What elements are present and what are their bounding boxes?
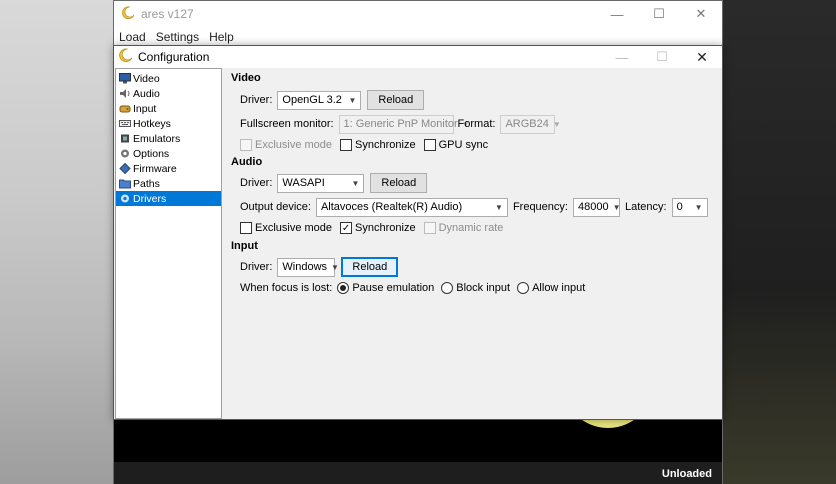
audio-options-row: Exclusive mode ✓ Synchronize Dynamic rat… bbox=[240, 218, 511, 238]
latency-select[interactable]: 0 ▼ bbox=[671, 197, 708, 217]
menu-load[interactable]: Load bbox=[119, 30, 146, 44]
format-label: Format: bbox=[457, 118, 496, 130]
video-options-row: Exclusive mode Synchronize GPU sync bbox=[240, 135, 496, 155]
nav-item-paths[interactable]: Paths bbox=[116, 176, 221, 191]
ares-statusbar: Unloaded bbox=[114, 462, 722, 484]
audio-driver-row: Driver: WASAPI ▼ Reload bbox=[240, 173, 428, 193]
chevron-down-icon: ▼ bbox=[351, 178, 360, 188]
gpu-sync-checkbox[interactable]: GPU sync bbox=[423, 139, 488, 151]
maximize-button[interactable]: ☐ bbox=[638, 1, 680, 27]
audio-section-heading: Audio bbox=[231, 156, 263, 168]
maximize-button[interactable]: ☐ bbox=[642, 46, 682, 68]
ares-titlebar: ares v127 — ☐ ✕ bbox=[114, 1, 722, 27]
monitor-icon bbox=[118, 73, 131, 85]
nav-item-options[interactable]: Options bbox=[116, 146, 221, 161]
dynamic-rate-checkbox[interactable]: Dynamic rate bbox=[423, 222, 503, 234]
speaker-icon bbox=[118, 88, 131, 100]
audio-synchronize-checkbox[interactable]: ✓ Synchronize bbox=[340, 222, 416, 234]
keyboard-icon bbox=[118, 118, 131, 130]
input-driver-row: Driver: Windows ▼ Reload bbox=[240, 257, 399, 277]
format-select[interactable]: ARGB24 ▼ bbox=[500, 114, 561, 134]
chevron-down-icon: ▼ bbox=[694, 202, 703, 212]
nav-item-hotkeys[interactable]: Hotkeys bbox=[116, 116, 221, 131]
minimize-button[interactable]: — bbox=[602, 46, 642, 68]
configuration-title: Configuration bbox=[138, 50, 210, 64]
focus-lost-row: When focus is lost: Pause emulation Bloc… bbox=[240, 278, 592, 298]
video-section-heading: Video bbox=[231, 72, 261, 84]
audio-reload-button[interactable]: Reload bbox=[370, 173, 428, 193]
ares-window-controls: — ☐ ✕ bbox=[596, 1, 722, 27]
audio-driver-select[interactable]: WASAPI ▼ bbox=[277, 173, 365, 193]
moon-icon bbox=[118, 48, 133, 66]
video-driver-row: Driver: OpenGL 3.2 ▼ Reload bbox=[240, 90, 425, 110]
folder-icon bbox=[118, 178, 131, 190]
settings-nav-list: Video Audio Input Hotkeys Emulators Opti… bbox=[115, 68, 222, 419]
input-section-heading: Input bbox=[231, 240, 258, 252]
diamond-icon bbox=[118, 163, 131, 175]
video-reload-button[interactable]: Reload bbox=[367, 90, 425, 110]
chevron-down-icon: ▼ bbox=[348, 95, 357, 105]
frequency-select[interactable]: 48000 ▼ bbox=[572, 197, 621, 217]
block-input-radio[interactable]: Block input bbox=[441, 282, 510, 294]
nav-item-drivers[interactable]: Drivers bbox=[116, 191, 221, 206]
video-driver-select[interactable]: OpenGL 3.2 ▼ bbox=[277, 90, 362, 110]
chevron-down-icon: ▼ bbox=[331, 262, 339, 272]
minimize-button[interactable]: — bbox=[596, 1, 638, 27]
fullscreen-monitor-select[interactable]: 1: Generic PnP Monitor ▼ bbox=[338, 114, 470, 134]
audio-driver-label: Driver: bbox=[240, 177, 273, 189]
configuration-dialog: Configuration — ☐ ✕ Video Audio Input Ho… bbox=[113, 45, 723, 420]
ares-menubar: Load Settings Help bbox=[114, 27, 722, 46]
nav-item-input[interactable]: Input bbox=[116, 101, 221, 116]
audio-exclusive-mode-checkbox[interactable]: Exclusive mode bbox=[240, 222, 332, 234]
output-device-select[interactable]: Altavoces (Realtek(R) Audio) ▼ bbox=[315, 197, 508, 217]
gear-icon bbox=[118, 193, 131, 205]
gear-icon bbox=[118, 148, 131, 160]
configuration-window-controls: — ☐ ✕ bbox=[602, 46, 722, 68]
configuration-titlebar: Configuration — ☐ ✕ bbox=[114, 46, 722, 68]
focus-lost-label: When focus is lost: bbox=[240, 282, 333, 294]
frequency-label: Frequency: bbox=[512, 201, 568, 213]
allow-input-radio[interactable]: Allow input bbox=[517, 282, 585, 294]
menu-help[interactable]: Help bbox=[209, 30, 234, 44]
nav-item-video[interactable]: Video bbox=[116, 71, 221, 86]
status-text: Unloaded bbox=[661, 467, 712, 480]
close-button[interactable]: ✕ bbox=[680, 1, 722, 27]
fullscreen-monitor-label: Fullscreen monitor: bbox=[240, 118, 334, 130]
gamepad-icon bbox=[118, 103, 131, 115]
nav-item-audio[interactable]: Audio bbox=[116, 86, 221, 101]
input-driver-label: Driver: bbox=[240, 261, 273, 273]
checkmark-icon: ✓ bbox=[340, 222, 353, 234]
latency-label: Latency: bbox=[624, 201, 667, 213]
drivers-settings-panel: Video Driver: OpenGL 3.2 ▼ Reload Fullsc… bbox=[230, 68, 720, 419]
moon-icon bbox=[121, 6, 135, 23]
pause-emulation-radio[interactable]: Pause emulation bbox=[337, 282, 434, 294]
background-left-blur bbox=[0, 0, 113, 484]
nav-item-firmware[interactable]: Firmware bbox=[116, 161, 221, 176]
video-exclusive-mode-checkbox[interactable]: Exclusive mode bbox=[240, 139, 332, 151]
chip-icon bbox=[118, 133, 131, 145]
chevron-down-icon: ▼ bbox=[552, 119, 561, 129]
chevron-down-icon: ▼ bbox=[612, 202, 621, 212]
input-driver-select[interactable]: Windows ▼ bbox=[277, 257, 339, 277]
audio-output-row: Output device: Altavoces (Realtek(R) Aud… bbox=[240, 197, 708, 217]
chevron-down-icon: ▼ bbox=[495, 202, 503, 212]
video-synchronize-checkbox[interactable]: Synchronize bbox=[340, 139, 416, 151]
nav-item-emulators[interactable]: Emulators bbox=[116, 131, 221, 146]
video-driver-label: Driver: bbox=[240, 94, 273, 106]
background-right-blur bbox=[723, 0, 836, 484]
output-device-label: Output device: bbox=[240, 201, 311, 213]
ares-window-title: ares v127 bbox=[141, 7, 194, 21]
menu-settings[interactable]: Settings bbox=[156, 30, 199, 44]
input-reload-button[interactable]: Reload bbox=[341, 257, 399, 277]
close-button[interactable]: ✕ bbox=[682, 46, 722, 68]
video-fullscreen-row: Fullscreen monitor: 1: Generic PnP Monit… bbox=[240, 114, 561, 134]
